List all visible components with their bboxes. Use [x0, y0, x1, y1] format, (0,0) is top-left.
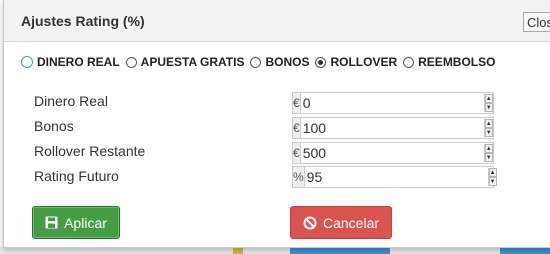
close-button[interactable]: Close: [523, 12, 550, 32]
rating-futuro-input[interactable]: [304, 167, 488, 187]
account-type-radio-group: DINERO REAL APUESTA GRATIS BONOS ROLLOVE…: [21, 53, 501, 71]
radio-option-apuesta-gratis[interactable]: APUESTA GRATIS: [125, 55, 245, 69]
radio-label: ROLLOVER: [330, 55, 398, 69]
bonos-label: Bonos: [34, 118, 74, 134]
background-page: [0, 247, 550, 254]
euro-addon: €: [293, 143, 301, 163]
radio-option-reembolso[interactable]: REEMBOLSO: [403, 55, 495, 69]
spin-up-icon[interactable]: ▲: [484, 119, 493, 128]
radio-button[interactable]: [21, 56, 33, 68]
dialog-title: Ajustes Rating (%): [21, 13, 145, 29]
radio-option-bonos[interactable]: BONOS: [250, 55, 309, 69]
background-element: [233, 247, 243, 254]
radio-button[interactable]: [250, 56, 262, 68]
apply-label: Aplicar: [64, 214, 107, 231]
radio-label: APUESTA GRATIS: [140, 55, 245, 69]
number-spinner: ▲ ▼: [483, 144, 493, 162]
dinero-real-input-group: € ▲ ▼: [292, 92, 494, 114]
radio-button-selected[interactable]: [315, 56, 327, 68]
spin-down-icon[interactable]: ▼: [488, 177, 497, 186]
euro-addon: €: [293, 93, 301, 113]
number-spinner: ▲ ▼: [483, 94, 493, 112]
spin-up-icon[interactable]: ▲: [484, 94, 493, 103]
number-spinner: ▲ ▼: [487, 168, 497, 186]
rating-futuro-label: Rating Futuro: [34, 168, 119, 184]
radio-button[interactable]: [125, 56, 137, 68]
spin-down-icon[interactable]: ▼: [484, 128, 493, 137]
radio-option-rollover[interactable]: ROLLOVER: [315, 55, 397, 69]
bonos-input-group: € ▲ ▼: [292, 117, 494, 139]
radio-label: BONOS: [265, 55, 310, 69]
background-element: [500, 247, 550, 254]
rollover-restante-label: Rollover Restante: [34, 143, 146, 159]
background-element: [290, 247, 390, 254]
number-spinner: ▲ ▼: [483, 119, 493, 137]
euro-addon: €: [293, 118, 301, 138]
apply-button[interactable]: Aplicar: [32, 206, 120, 239]
rollover-restante-input[interactable]: [300, 143, 484, 163]
cancel-button[interactable]: Cancelar: [290, 206, 392, 239]
spin-up-icon[interactable]: ▲: [488, 168, 497, 177]
spin-up-icon[interactable]: ▲: [484, 144, 493, 153]
spin-down-icon[interactable]: ▼: [484, 153, 493, 162]
percent-addon: %: [293, 167, 305, 187]
dinero-real-label: Dinero Real: [34, 93, 108, 109]
rollover-restante-input-group: € ▲ ▼: [292, 142, 494, 164]
radio-label: REEMBOLSO: [418, 55, 496, 69]
dinero-real-input[interactable]: [300, 93, 484, 113]
cancel-label: Cancelar: [322, 214, 380, 231]
radio-label: DINERO REAL: [37, 55, 120, 69]
rating-futuro-input-group: % ▲ ▼: [292, 166, 497, 188]
floppy-disk-icon: [45, 216, 58, 229]
dialog-header: Ajustes Rating (%) Close: [4, 0, 550, 42]
ban-icon: [303, 216, 317, 229]
bonos-input[interactable]: [300, 118, 484, 138]
radio-option-dinero-real[interactable]: DINERO REAL: [21, 55, 120, 69]
spin-down-icon[interactable]: ▼: [484, 103, 493, 112]
radio-button[interactable]: [403, 56, 415, 68]
